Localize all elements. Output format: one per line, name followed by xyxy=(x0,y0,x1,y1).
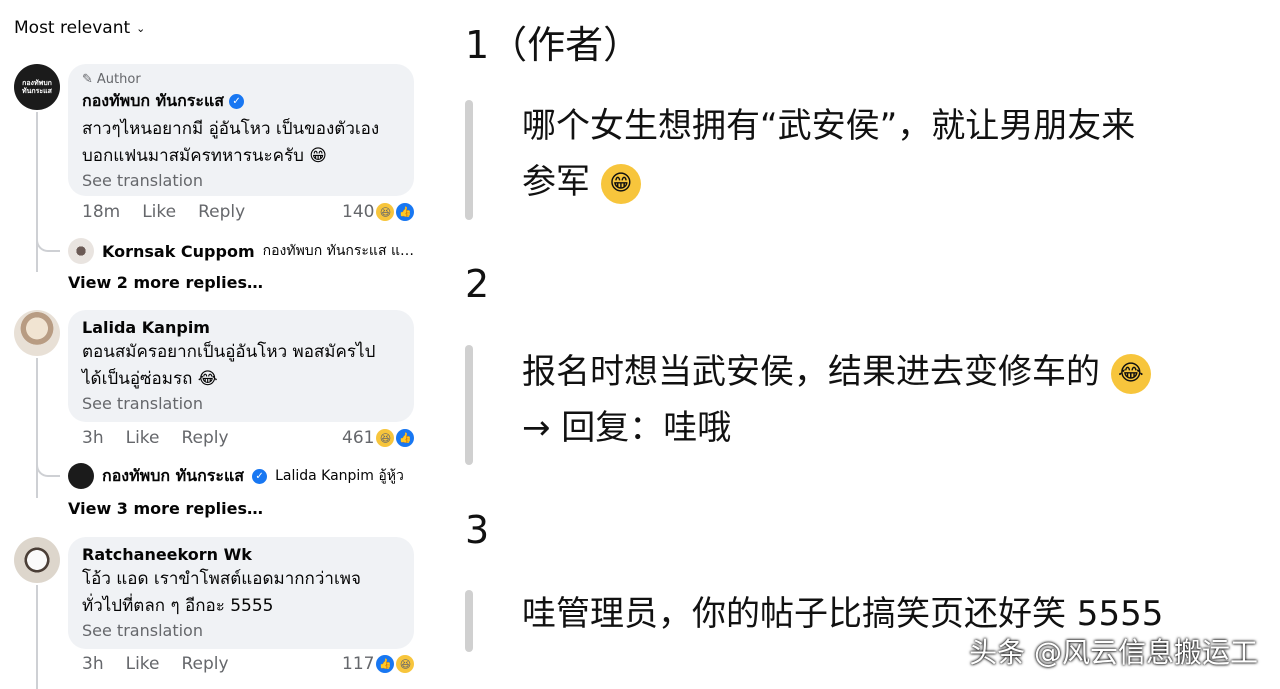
like-icon: 👍 xyxy=(396,203,415,221)
reply-author-name: กองทัพบก ทันกระแส xyxy=(102,465,245,485)
like-icon: 👍 xyxy=(376,655,395,673)
grin-emoji-icon: 😁 xyxy=(600,163,641,204)
haha-icon: 😆 xyxy=(376,203,395,221)
comment-actions: 3h Like Reply xyxy=(82,654,229,674)
comment-text-line-1: สาวๆไหนอยากมี อู่อันโหว เป็นของตัวเอง xyxy=(82,119,380,139)
avatar xyxy=(68,238,94,264)
reply-preview[interactable]: กองทัพบก ทันกระแส ✓ Lalida Kanpim อู้หู้… xyxy=(68,463,418,489)
chevron-down-icon: ⌄ xyxy=(136,21,146,35)
see-translation-link[interactable]: See translation xyxy=(82,171,400,190)
thread-line xyxy=(36,358,38,498)
translation-quote: 哪个女生想拥有“武安侯”，就让男朋友来 参军 😁 xyxy=(522,98,1262,210)
haha-icon: 😆 xyxy=(396,655,415,673)
reply-author-name: Kornsak Cuppom xyxy=(102,241,255,261)
reply-button[interactable]: Reply xyxy=(182,428,229,448)
quote-bar xyxy=(465,345,473,465)
reaction-summary[interactable]: 461 😆 👍 xyxy=(342,428,415,448)
like-button[interactable]: Like xyxy=(126,654,160,674)
quote-bar xyxy=(465,100,473,220)
verified-badge-icon: ✓ xyxy=(252,468,268,484)
haha-icon: 😆 xyxy=(376,429,395,447)
comments-panel: Most relevant ⌄ กองทัพบก ทันกระแส ✎ Auth… xyxy=(0,0,430,689)
quote-bar xyxy=(465,590,473,652)
section-number: 1（作者） xyxy=(465,23,642,67)
thread-line xyxy=(36,585,38,689)
reply-connector xyxy=(36,238,60,252)
view-more-replies-link[interactable]: View 2 more replies… xyxy=(68,273,263,292)
translation-line-2: → 回复：哇哦 xyxy=(522,408,732,448)
comment-bubble: Ratchaneekorn Wk โอ้ว แอด เราขำโพสต์แอดม… xyxy=(68,537,414,649)
reply-preview-text: Lalida Kanpim อู้หู้ว xyxy=(275,468,404,484)
comment-bubble: ✎ Author กองทัพบก ทันกระแส ✓ สาวๆไหนอยาก… xyxy=(68,64,414,196)
like-button[interactable]: Like xyxy=(142,202,176,222)
reaction-count: 117 xyxy=(342,654,375,674)
section-number: 3 xyxy=(465,508,490,552)
reaction-count: 461 xyxy=(342,428,375,448)
comment-text-line-2: ได้เป็นอู่ซ่อมรถ 😂 xyxy=(82,369,218,389)
comment-bubble: Lalida Kanpim ตอนสมัครอยากเป็นอู่อันโหว … xyxy=(68,310,414,422)
avatar xyxy=(68,463,94,489)
thread-line xyxy=(36,112,38,272)
reply-preview[interactable]: Kornsak Cuppom กองทัพบก ทันกระแส แล้… xyxy=(68,238,418,264)
comment-time[interactable]: 3h xyxy=(82,428,104,448)
reply-preview-text: กองทัพบก ทันกระแส แล้… xyxy=(262,243,418,259)
translation-line-1-text: 报名时想当武安侯，结果进去变修车的 xyxy=(522,352,1100,392)
sort-dropdown[interactable]: Most relevant ⌄ xyxy=(14,18,145,38)
like-button[interactable]: Like xyxy=(126,428,160,448)
reaction-count: 140 xyxy=(342,202,375,222)
avatar[interactable]: กองทัพบก ทันกระแส xyxy=(14,64,60,110)
avatar[interactable] xyxy=(14,537,60,583)
comment-author-name[interactable]: กองทัพบก ทันกระแส xyxy=(82,89,224,114)
tears-of-joy-emoji-icon: 😂 xyxy=(1110,353,1151,394)
comment-time[interactable]: 3h xyxy=(82,654,104,674)
comment-text-line-1: ตอนสมัครอยากเป็นอู่อันโหว พอสมัครไป xyxy=(82,342,376,362)
comment-actions: 18m Like Reply xyxy=(82,202,245,222)
watermark: 头条 @风云信息搬运工 xyxy=(969,636,1258,669)
translation-panel: 1（作者） 哪个女生想拥有“武安侯”，就让男朋友来 参军 😁 2 报名时想当武安… xyxy=(430,0,1280,689)
comment-text-line-1: โอ้ว แอด เราขำโพสต์แอดมากกว่าเพจ xyxy=(82,569,361,589)
translation-line-2-text: 参军 xyxy=(522,162,590,202)
translation-line-1: 哪个女生想拥有“武安侯”，就让男朋友来 xyxy=(522,106,1136,146)
comment-author-name[interactable]: Lalida Kanpim xyxy=(82,318,210,337)
section-number: 2 xyxy=(465,262,490,306)
reply-button[interactable]: Reply xyxy=(198,202,245,222)
reply-button[interactable]: Reply xyxy=(182,654,229,674)
reaction-summary[interactable]: 117 👍 😆 xyxy=(342,654,415,674)
comment-text-line-2: ทั่วไปที่ตลก ๆ อีกอะ 5555 xyxy=(82,596,274,616)
comment-author-name[interactable]: Ratchaneekorn Wk xyxy=(82,545,252,564)
author-badge: ✎ Author xyxy=(82,72,400,87)
avatar-logo-text: กองทัพบก ทันกระแส xyxy=(22,79,52,95)
translation-quote: 报名时想当武安侯，结果进去变修车的 😂 → 回复：哇哦 xyxy=(522,344,1262,456)
reaction-summary[interactable]: 140 😆 👍 xyxy=(342,202,415,222)
pencil-icon: ✎ xyxy=(82,72,93,87)
comment-text-line-2: บอกแฟนมาสมัครทหารนะครับ 😁 xyxy=(82,146,328,166)
like-icon: 👍 xyxy=(396,429,415,447)
reply-connector xyxy=(36,463,60,477)
avatar[interactable] xyxy=(14,310,60,356)
translation-line-2: 参军 😁 xyxy=(522,154,1262,210)
author-label: Author xyxy=(96,72,141,87)
comment-time[interactable]: 18m xyxy=(82,202,120,222)
view-more-replies-link[interactable]: View 3 more replies… xyxy=(68,499,263,518)
sort-label: Most relevant xyxy=(14,18,131,38)
see-translation-link[interactable]: See translation xyxy=(82,621,400,640)
verified-badge-icon: ✓ xyxy=(229,94,245,109)
comment-actions: 3h Like Reply xyxy=(82,428,229,448)
translation-line-1: 报名时想当武安侯，结果进去变修车的 😂 xyxy=(522,344,1262,400)
see-translation-link[interactable]: See translation xyxy=(82,394,400,413)
